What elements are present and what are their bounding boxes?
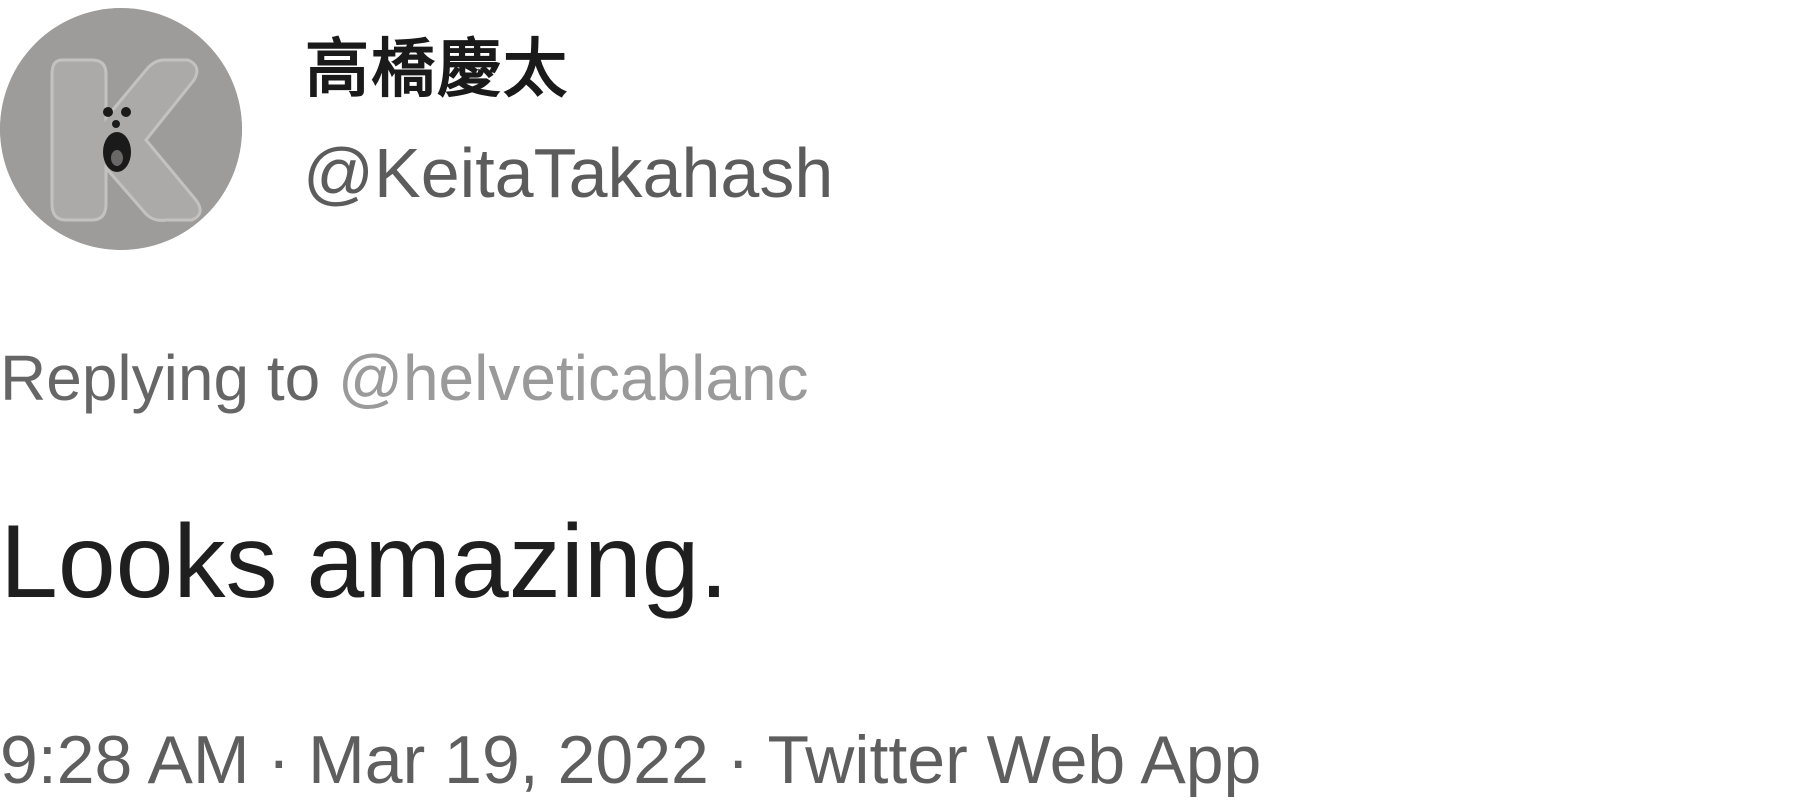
tweet-metadata: 9:28 AM · Mar 19, 2022 · Twitter Web App [0, 726, 1261, 794]
tweet-source: Twitter Web App [767, 722, 1262, 798]
tweet-date[interactable]: Mar 19, 2022 [308, 722, 709, 798]
author-handle[interactable]: @KeitaTakahash [303, 138, 833, 208]
meta-separator: · [726, 722, 750, 798]
reply-mention-link[interactable]: @helveticablanc [338, 342, 809, 414]
replying-to-line: Replying to @helveticablanc [0, 346, 809, 410]
tweet-text: Looks amazing. [0, 504, 729, 620]
tweet-time[interactable]: 9:28 AM [0, 722, 250, 798]
tweet-card: 高橋慶太 @KeitaTakahash Replying to @helveti… [0, 0, 1800, 800]
k-character-avatar-icon [0, 8, 242, 250]
replying-to-label: Replying to [0, 342, 321, 414]
meta-separator: · [267, 722, 291, 798]
avatar[interactable] [0, 8, 242, 250]
author-display-name[interactable]: 高橋慶太 [305, 38, 569, 102]
